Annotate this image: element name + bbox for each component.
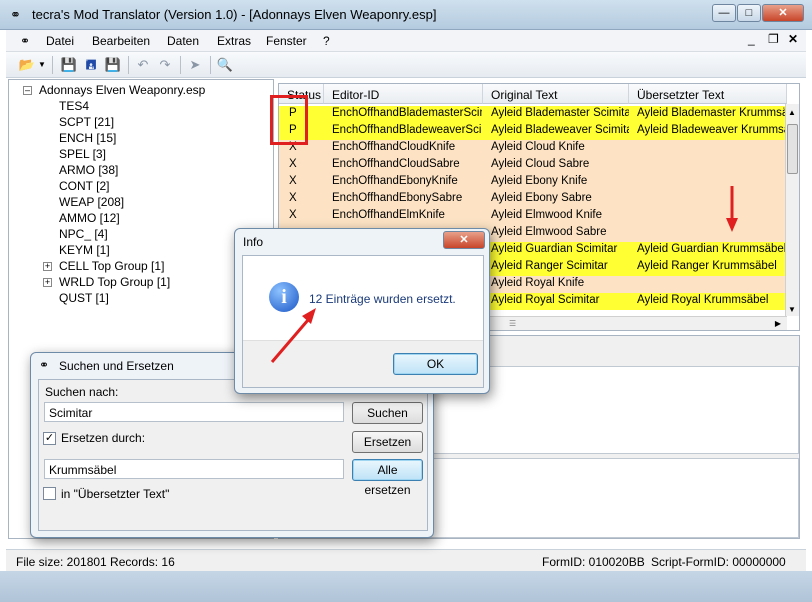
replace-all-button[interactable]: Alle ersetzen — [352, 459, 423, 497]
tree-item[interactable]: CELL Top Group [1] — [59, 259, 164, 273]
grid-scroll-thumb[interactable] — [787, 124, 798, 174]
search-input[interactable]: Scimitar — [44, 402, 344, 422]
window-title: tecra's Mod Translator (Version 1.0) - [… — [32, 7, 437, 22]
mdi-close-icon[interactable]: ✕ — [788, 32, 798, 46]
mdi-minimize-icon[interactable]: _ — [748, 32, 755, 46]
menu-extras[interactable]: Extras — [217, 34, 251, 48]
scope-checkbox[interactable] — [43, 487, 56, 500]
undo-icon[interactable]: ↶ — [134, 56, 152, 74]
scroll-right-icon[interactable]: ▶ — [775, 319, 781, 328]
search-dialog-title: Suchen und Ersetzen — [59, 359, 174, 373]
cell-status: X — [289, 158, 297, 170]
column-header-original[interactable]: Original Text — [483, 84, 629, 104]
cell-original: Ayleid Blademaster Scimitar — [491, 107, 629, 119]
detail-translated-text[interactable] — [383, 458, 799, 538]
cell-editor-id: EnchOffhandBladeweaverScim — [332, 124, 482, 136]
cell-editor-id: EnchOffhandCloudSabre — [332, 158, 460, 170]
mdi-restore-icon[interactable]: ❐ — [768, 32, 779, 46]
toolbar: 📂 ▼ 💾 🖪 💾 ↶ ↷ ➤ 🔍 — [6, 52, 806, 78]
tree-collapse-icon[interactable]: – — [23, 86, 32, 95]
column-header-translated[interactable]: Übersetzter Text — [629, 84, 787, 104]
search-button[interactable]: Suchen — [352, 402, 423, 424]
annotation-arrow-down-icon — [726, 186, 738, 232]
cell-original: Ayleid Bladeweaver Scimitar — [491, 124, 629, 136]
cell-original: Ayleid Cloud Sabre — [491, 158, 590, 170]
status-file-info: File size: 201801 Records: 16 — [16, 555, 175, 569]
replace-label: Ersetzen durch: — [61, 431, 146, 445]
tree-item[interactable]: NPC_ [4] — [59, 227, 108, 241]
open-folder-icon[interactable]: 📂 — [18, 56, 36, 74]
tree-item[interactable]: ENCH [15] — [59, 131, 116, 145]
tree-item[interactable]: WEAP [208] — [59, 195, 124, 209]
tree-item[interactable]: QUST [1] — [59, 291, 109, 305]
forward-icon[interactable]: ➤ — [186, 56, 204, 74]
tree-item[interactable]: KEYM [1] — [59, 243, 110, 257]
annotation-arrow-up-icon — [270, 308, 316, 363]
search-icon[interactable]: 🔍 — [216, 56, 234, 74]
replace-button[interactable]: Ersetzen — [352, 431, 423, 453]
save-as-icon[interactable]: 🖪 — [82, 56, 100, 74]
tree-item[interactable]: ARMO [38] — [59, 163, 118, 177]
annotation-arrows — [270, 186, 738, 363]
cell-translated: Ayleid Blademaster Krummsäbel — [637, 107, 787, 119]
minimize-button[interactable]: — — [712, 4, 736, 22]
maximize-button[interactable]: □ — [737, 4, 761, 22]
tree-item[interactable]: AMMO [12] — [59, 211, 120, 225]
menu-bar: ⚭ Datei Bearbeiten Daten Extras Fenster … — [6, 30, 806, 52]
cell-original: Ayleid Cloud Knife — [491, 141, 585, 153]
tree-expand-icon[interactable]: + — [43, 278, 52, 287]
status-formid: FormID: 010020BB — [542, 555, 645, 569]
close-button[interactable]: ✕ — [762, 4, 804, 22]
scroll-up-icon[interactable]: ▲ — [788, 108, 796, 117]
replace-input[interactable]: Krummsäbel — [44, 459, 344, 479]
grid-vertical-scrollbar[interactable]: ▲ ▼ — [785, 104, 799, 316]
tree-item[interactable]: SPEL [3] — [59, 147, 106, 161]
open-dropdown-icon[interactable]: ▼ — [37, 56, 47, 74]
tree-item[interactable]: TES4 — [59, 99, 89, 113]
status-script-formid: Script-FormID: 00000000 — [651, 555, 786, 569]
table-row[interactable]: X EnchOffhandCloudSabre Ayleid Cloud Sabre — [279, 157, 787, 174]
replace-checkbox[interactable]: ✓ — [43, 432, 56, 445]
table-row[interactable]: P EnchOffhandBlademasterScim Ayleid Bladem… — [279, 106, 787, 123]
save-all-icon[interactable]: 💾 — [104, 56, 122, 74]
annotation-highlight-box — [270, 95, 308, 145]
tree-expand-icon[interactable]: + — [43, 262, 52, 271]
tree-item[interactable]: SCPT [21] — [59, 115, 114, 129]
tree-item[interactable]: CONT [2] — [59, 179, 109, 193]
table-row[interactable]: X EnchOffhandCloudKnife Ayleid Cloud Knife — [279, 140, 787, 157]
menu-fenster[interactable]: Fenster — [266, 34, 307, 48]
menu-bearbeiten[interactable]: Bearbeiten — [92, 34, 150, 48]
window-frame-bottom — [0, 571, 812, 602]
mdi-doc-icon[interactable]: ⚭ — [20, 34, 30, 48]
cell-translated: Ayleid Bladeweaver Krummsäbel — [637, 124, 787, 136]
search-dialog-icon: ⚭ — [39, 358, 50, 372]
redo-icon[interactable]: ↷ — [156, 56, 174, 74]
status-bar: File size: 201801 Records: 16 FormID: 01… — [6, 549, 806, 571]
table-row[interactable]: P EnchOffhandBladeweaverScim Ayleid Bladew… — [279, 123, 787, 140]
search-label: Suchen nach: — [45, 385, 119, 399]
tree-root[interactable]: Adonnays Elven Weaponry.esp — [39, 83, 205, 97]
title-bar: ⚭ tecra's Mod Translator (Version 1.0) -… — [0, 0, 812, 30]
menu-datei[interactable]: Datei — [46, 34, 74, 48]
cell-editor-id: EnchOffhandCloudKnife — [332, 141, 456, 153]
cell-editor-id: EnchOffhandBlademasterScim — [332, 107, 482, 119]
app-icon[interactable]: ⚭ — [10, 7, 21, 23]
menu-daten[interactable]: Daten — [167, 34, 199, 48]
tree-item[interactable]: WRLD Top Group [1] — [59, 275, 170, 289]
scope-label: in "Übersetzter Text" — [61, 487, 170, 501]
column-header-editor-id[interactable]: Editor-ID — [324, 84, 483, 104]
save-icon[interactable]: 💾 — [60, 56, 78, 74]
menu-help[interactable]: ? — [323, 34, 330, 48]
scroll-down-icon[interactable]: ▼ — [788, 305, 796, 314]
